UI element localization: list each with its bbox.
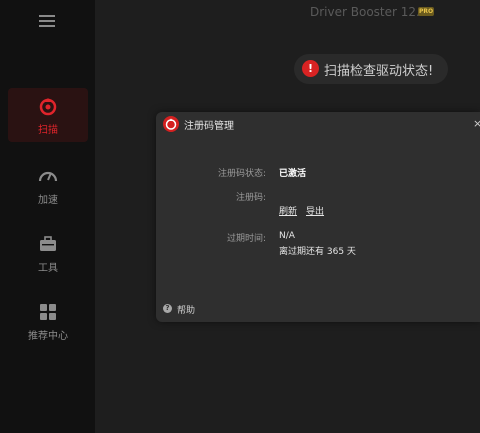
- scan-prompt-button[interactable]: ! 扫描检查驱动状态!: [294, 54, 448, 84]
- help-label: 帮助: [177, 306, 196, 316]
- sidebar-item-label: 加速: [38, 195, 58, 206]
- refresh-link[interactable]: 刷新: [279, 204, 297, 217]
- apps-grid-icon: [38, 302, 58, 322]
- status-value: 已激活: [279, 169, 307, 179]
- speedometer-icon: [38, 166, 58, 186]
- expiry-label: 过期时间:: [226, 234, 266, 244]
- sidebar-item-tools[interactable]: 工具: [8, 226, 88, 280]
- hamburger-menu-icon[interactable]: [37, 12, 57, 30]
- sidebar-item-label: 扫描: [38, 125, 58, 136]
- code-label: 注册码:: [235, 193, 266, 203]
- app-title: Driver Booster 12.4: [310, 5, 428, 19]
- help-icon: ?: [163, 304, 172, 313]
- days-remaining: 离过期还有 365 天: [279, 247, 356, 257]
- scan-icon: [38, 96, 58, 116]
- registration-dialog: 注册码管理 × 注册码状态: 已激活 注册码: 刷新 导出 过期时间: N/A …: [156, 112, 480, 322]
- close-icon[interactable]: ×: [473, 117, 480, 130]
- sidebar-item-label: 推荐中心: [28, 331, 68, 342]
- export-link[interactable]: 导出: [306, 204, 324, 217]
- scan-prompt-text: 扫描检查驱动状态!: [324, 64, 434, 79]
- toolbox-icon: [38, 234, 58, 254]
- sidebar: 扫描 加速 工具 推荐中心: [0, 0, 95, 433]
- pro-badge: PRO: [418, 7, 434, 16]
- sidebar-item-recommend[interactable]: 推荐中心: [8, 294, 88, 348]
- alert-icon: !: [302, 60, 319, 77]
- status-label: 注册码状态:: [217, 169, 266, 179]
- expiry-value: N/A: [279, 231, 295, 241]
- dialog-title: 注册码管理: [184, 121, 234, 132]
- sidebar-item-label: 工具: [38, 263, 58, 274]
- sidebar-item-speedup[interactable]: 加速: [8, 158, 88, 212]
- sidebar-item-scan[interactable]: 扫描: [8, 88, 88, 142]
- app-logo-icon: [163, 116, 179, 132]
